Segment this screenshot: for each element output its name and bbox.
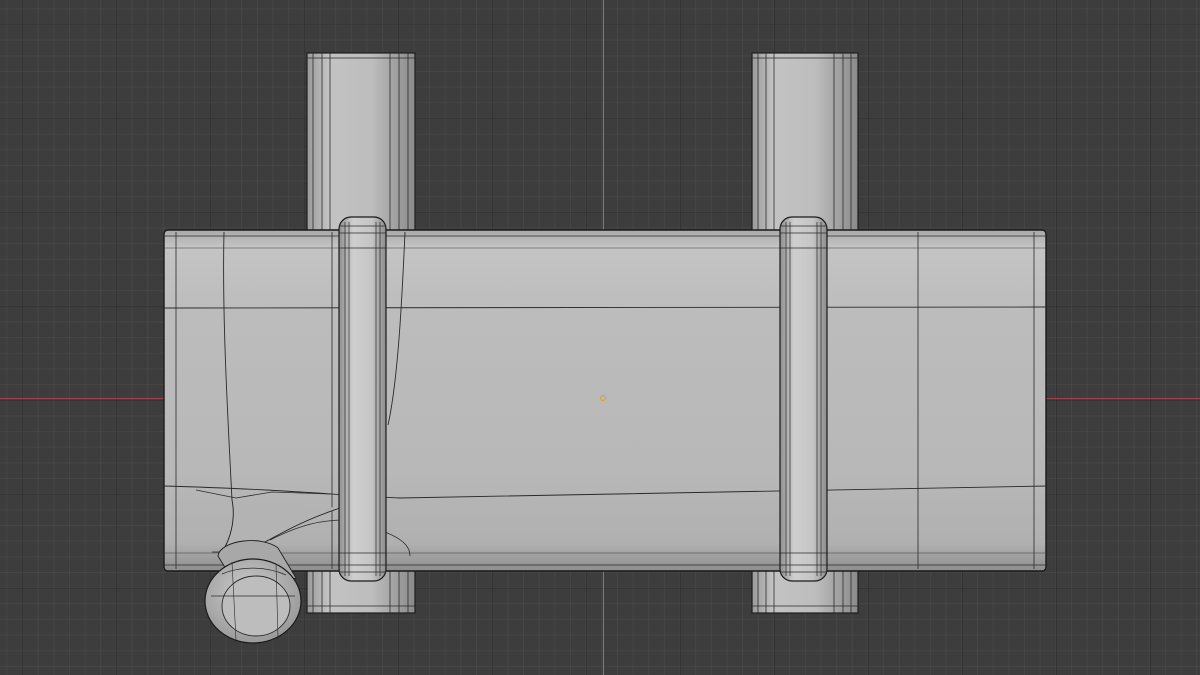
- 3d-viewport[interactable]: [0, 0, 1200, 675]
- muffler-model[interactable]: [0, 0, 1200, 675]
- object-origin-marker[interactable]: [600, 395, 606, 401]
- left-clamp-band[interactable]: [338, 216, 387, 582]
- right-clamp-band[interactable]: [779, 216, 828, 582]
